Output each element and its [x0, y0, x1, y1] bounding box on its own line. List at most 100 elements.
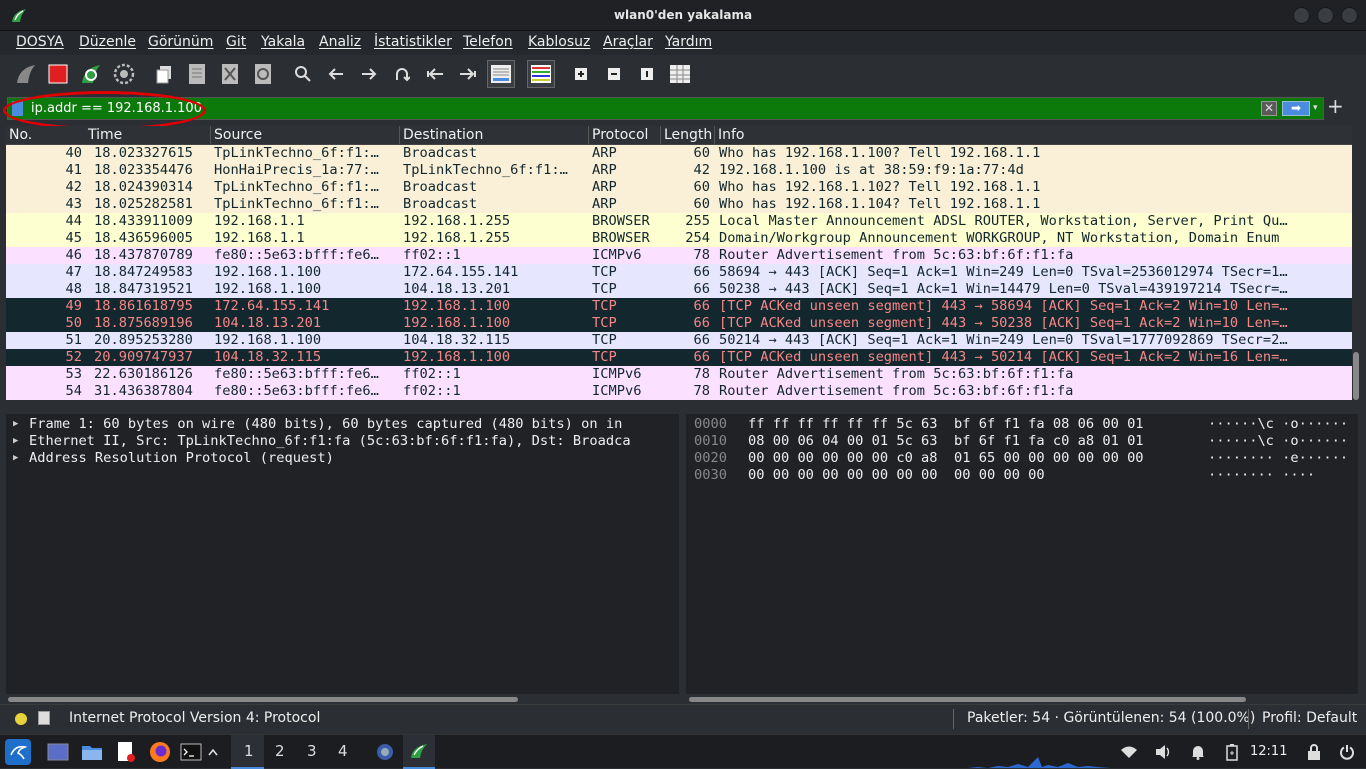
- packet-row[interactable]: 54 31.436387804 fe80::5e63:bfff:fe6… ff02::…: [6, 383, 1352, 400]
- capture-comment-icon[interactable]: [38, 711, 50, 725]
- workspace-4[interactable]: 4: [338, 742, 348, 760]
- power-icon[interactable]: [1336, 741, 1358, 763]
- packet-row[interactable]: 47 18.847249583 192.168.1.100 172.64.155.14…: [6, 264, 1352, 281]
- packet-row[interactable]: 52 20.909747937 104.18.32.115 192.168.1.100…: [6, 349, 1352, 366]
- close-window-button[interactable]: [1341, 7, 1358, 24]
- save-file-icon[interactable]: [183, 60, 211, 88]
- go-to-packet-icon[interactable]: [388, 60, 416, 88]
- zoom-in-icon[interactable]: [567, 60, 595, 88]
- reload-file-icon[interactable]: [249, 60, 277, 88]
- first-packet-icon[interactable]: [421, 60, 449, 88]
- menu-tools[interactable]: Araçlar: [603, 34, 653, 50]
- menu-help[interactable]: Yardım: [665, 34, 712, 50]
- menu-statistics[interactable]: İstatistikler: [374, 34, 452, 50]
- workspace-2[interactable]: 2: [275, 742, 285, 760]
- chevron-up-icon[interactable]: [204, 741, 222, 763]
- packet-cell-info: [TCP ACKed unseen segment] 443 → 58694 […: [719, 298, 1288, 314]
- maximize-button[interactable]: [1317, 7, 1334, 24]
- column-header-protocol[interactable]: Protocol: [592, 127, 648, 143]
- packet-row[interactable]: 51 20.895253280 192.168.1.100 104.18.32.115…: [6, 332, 1352, 349]
- status-profile[interactable]: Profil: Default: [1262, 710, 1357, 726]
- bytes-hscroll-thumb[interactable]: [689, 697, 1246, 702]
- lock-screen-icon[interactable]: [1303, 741, 1325, 763]
- find-packet-icon[interactable]: [289, 60, 317, 88]
- details-hscroll-thumb[interactable]: [8, 697, 518, 702]
- close-file-icon[interactable]: [216, 60, 244, 88]
- packet-row[interactable]: 46 18.437870789 fe80::5e63:bfff:fe6… ff02::…: [6, 247, 1352, 264]
- menu-telephony[interactable]: Telefon: [463, 34, 513, 50]
- filter-history-dropdown[interactable]: ▾: [1313, 100, 1323, 117]
- taskbar-app-wireshark-icon[interactable]: [403, 735, 435, 769]
- normal-size-icon[interactable]: [633, 60, 661, 88]
- expert-info-indicator-icon[interactable]: [15, 713, 27, 725]
- pane-splitter-vertical[interactable]: [679, 414, 686, 694]
- workspace-1[interactable]: 1: [244, 742, 254, 760]
- open-file-icon[interactable]: [150, 60, 178, 88]
- workspace-3[interactable]: 3: [307, 742, 317, 760]
- go-back-icon[interactable]: [322, 60, 350, 88]
- menu-capture[interactable]: Yakala: [261, 34, 305, 50]
- column-header-destination[interactable]: Destination: [403, 127, 483, 143]
- show-desktop-icon[interactable]: [47, 741, 69, 763]
- taskbar-app-browser-icon[interactable]: [374, 741, 396, 763]
- minimize-button[interactable]: [1293, 7, 1310, 24]
- packet-row[interactable]: 43 18.025282581 TpLinkTechno_6f:f1:… Broadc…: [6, 196, 1352, 213]
- menu-view[interactable]: Görünüm: [148, 34, 213, 50]
- packet-row[interactable]: 41 18.023354476 HonHaiPrecis_1a:77:… TpLink…: [6, 162, 1352, 179]
- stop-capture-icon[interactable]: [44, 60, 72, 88]
- packet-cell-info: 50238 → 443 [ACK] Seq=1 Ack=1 Win=14479 …: [719, 281, 1288, 297]
- packet-cell-no: 52: [65, 349, 82, 365]
- file-manager-icon[interactable]: [81, 741, 103, 763]
- column-header-source[interactable]: Source: [214, 127, 262, 143]
- go-forward-icon[interactable]: [355, 60, 383, 88]
- filter-bookmark-icon[interactable]: [12, 101, 23, 116]
- display-filter-input[interactable]: [29, 98, 1259, 119]
- last-packet-icon[interactable]: [454, 60, 482, 88]
- detail-row-frame[interactable]: ▶ Frame 1: 60 bytes on wire (480 bits), 6…: [6, 416, 679, 433]
- firefox-icon[interactable]: [149, 741, 171, 763]
- expand-arrow-icon[interactable]: ▶: [13, 433, 18, 450]
- resize-columns-icon[interactable]: [666, 60, 694, 88]
- clock[interactable]: 12:11: [1250, 744, 1287, 759]
- notifications-bell-icon[interactable]: [1187, 741, 1209, 763]
- menu-edit[interactable]: Düzenle: [79, 34, 136, 50]
- wifi-icon[interactable]: [1118, 741, 1140, 763]
- volume-icon[interactable]: [1152, 741, 1174, 763]
- add-filter-button[interactable]: +: [1327, 94, 1344, 118]
- menu-wireless[interactable]: Kablosuz: [528, 34, 590, 50]
- text-editor-icon[interactable]: [115, 741, 137, 763]
- column-header-no[interactable]: No.: [9, 127, 32, 143]
- detail-row-ethernet[interactable]: ▶ Ethernet II, Src: TpLinkTechno_6f:f1:fa…: [6, 433, 679, 450]
- shark-fin-start-icon[interactable]: [12, 60, 40, 88]
- packet-row[interactable]: 53 22.630186126 fe80::5e63:bfff:fe6… ff02::…: [6, 366, 1352, 383]
- column-header-time[interactable]: Time: [88, 127, 122, 143]
- terminal-icon[interactable]: [180, 741, 202, 763]
- zoom-out-icon[interactable]: [600, 60, 628, 88]
- packet-row[interactable]: 44 18.433911009 192.168.1.1 192.168.1.255 BR…: [6, 213, 1352, 230]
- menu-go[interactable]: Git: [226, 34, 246, 50]
- autoscroll-icon[interactable]: [487, 60, 515, 88]
- clear-filter-button[interactable]: ✕: [1261, 101, 1277, 116]
- detail-row-arp[interactable]: ▶ Address Resolution Protocol (request): [6, 450, 679, 467]
- expand-arrow-icon[interactable]: ▶: [13, 416, 18, 433]
- column-header-length[interactable]: Length: [664, 127, 712, 143]
- kali-menu-icon[interactable]: [5, 739, 31, 765]
- packet-row[interactable]: 49 18.861618795 172.64.155.141 192.168.1.10…: [6, 298, 1352, 315]
- packet-row[interactable]: 40 18.023327615 TpLinkTechno_6f:f1:… Broadc…: [6, 145, 1352, 162]
- packet-row[interactable]: 42 18.024390314 TpLinkTechno_6f:f1:… Broadc…: [6, 179, 1352, 196]
- expand-arrow-icon[interactable]: ▶: [13, 450, 18, 467]
- packet-row[interactable]: 45 18.436596005 192.168.1.1 192.168.1.255 BR…: [6, 230, 1352, 247]
- menu-file[interactable]: DOSYA: [16, 34, 64, 50]
- packet-list-scroll-thumb[interactable]: [1353, 352, 1359, 400]
- restart-capture-icon[interactable]: [77, 60, 105, 88]
- capture-options-icon[interactable]: [110, 60, 138, 88]
- menu-analyze[interactable]: Analiz: [319, 34, 361, 50]
- column-header-info[interactable]: Info: [718, 127, 745, 143]
- colorize-icon[interactable]: [527, 60, 555, 88]
- pane-splitter-horizontal[interactable]: [0, 406, 1366, 414]
- packet-row[interactable]: 48 18.847319521 192.168.1.100 104.18.13.201…: [6, 281, 1352, 298]
- apply-filter-button[interactable]: ➡: [1282, 101, 1310, 116]
- packet-row[interactable]: 50 18.875689196 104.18.13.201 192.168.1.100…: [6, 315, 1352, 332]
- packet-cell-dst: Broadcast: [403, 179, 478, 195]
- battery-icon[interactable]: [1221, 741, 1243, 763]
